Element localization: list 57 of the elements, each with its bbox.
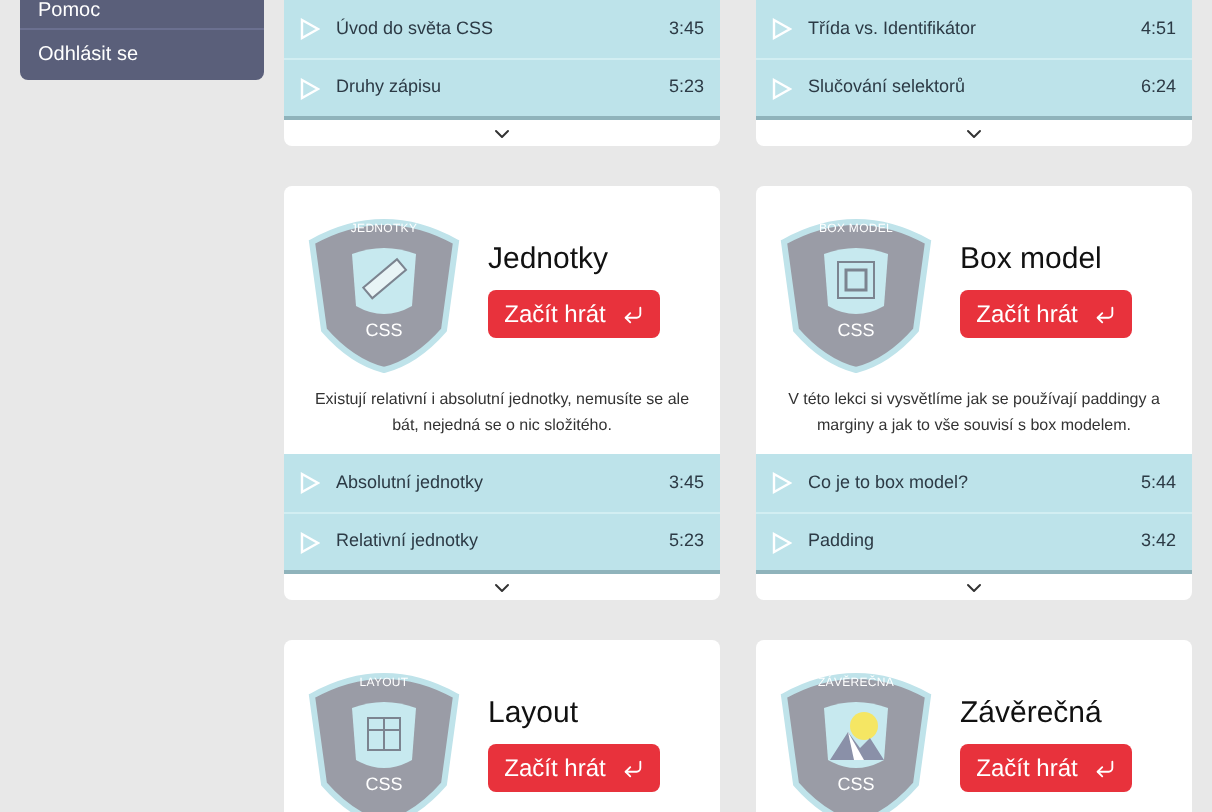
course-title: Závěrečná <box>960 695 1104 733</box>
lesson-duration: 3:45 <box>668 469 704 496</box>
lesson-row[interactable]: Druhy zápisu 5:23 <box>284 58 720 116</box>
lesson-duration: 3:45 <box>668 15 704 42</box>
lesson-duration: 4:51 <box>1140 15 1176 42</box>
lesson-row[interactable]: Co je to box model? 5:44 <box>756 454 1192 512</box>
mountain-sun-icon <box>830 712 884 760</box>
lesson-row[interactable]: Třída vs. Identifikátor 4:51 <box>756 0 1192 58</box>
lesson-duration: 3:42 <box>1140 528 1176 555</box>
play-icon <box>300 77 320 99</box>
badge-panel <box>352 702 416 768</box>
badge-footer: CSS <box>776 776 936 794</box>
lesson-title: Relativní jednotky <box>336 528 479 555</box>
lesson-row[interactable]: Absolutní jednotky 3:45 <box>284 454 720 512</box>
course-description: V této lekci si vysvětlíme jak se používají paddingy a marginy a jak to vše souvisí s box modelem. <box>786 388 1162 438</box>
badge-panel <box>824 248 888 314</box>
lesson-title: Slučování selektorů <box>808 74 966 101</box>
start-button[interactable]: Začít hrát <box>488 744 660 793</box>
enter-icon <box>1093 303 1116 326</box>
lesson-row[interactable]: Slučování selektorů 6:24 <box>756 58 1192 116</box>
course-title: Layout <box>488 695 581 733</box>
lesson-duration: 6:24 <box>1140 74 1176 101</box>
lesson-title: Absolutní jednotky <box>336 469 484 496</box>
play-icon <box>772 531 792 553</box>
lesson-title: Co je to box model? <box>808 469 969 496</box>
menu-item[interactable]: Pomoc <box>20 0 264 28</box>
play-icon <box>772 77 792 99</box>
play-icon <box>300 531 320 553</box>
badge-footer: CSS <box>776 322 936 340</box>
start-button[interactable]: Začít hrát <box>960 290 1132 339</box>
lesson-duration: 5:44 <box>1140 469 1176 496</box>
lesson-row[interactable]: Úvod do světa CSS 3:45 <box>284 0 720 58</box>
menu-item[interactable]: Odhlásit se <box>20 28 264 80</box>
box-icon <box>837 261 875 299</box>
course-title: Box model <box>960 241 1104 279</box>
enter-icon <box>621 757 644 780</box>
lesson-row[interactable]: Padding 3:42 <box>756 512 1192 570</box>
play-icon <box>300 472 320 494</box>
course-description: Existují relativní i absolutní jednotky, nemusíte se ale bát, nejedná se o nic složitého. <box>312 388 692 438</box>
lesson-title: Třída vs. Identifikátor <box>808 15 977 42</box>
lesson-title: Padding <box>808 528 875 555</box>
enter-icon <box>1093 757 1116 780</box>
layout-icon <box>367 717 401 751</box>
play-icon <box>772 18 792 40</box>
lesson-row[interactable]: Relativní jednotky 5:23 <box>284 512 720 570</box>
course-title: Jednotky <box>488 241 611 279</box>
lesson-duration: 5:23 <box>668 528 704 555</box>
lesson-title: Úvod do světa CSS <box>336 15 494 42</box>
enter-icon <box>621 303 644 326</box>
lesson-title: Druhy zápisu <box>336 74 442 101</box>
start-button[interactable]: Začít hrát <box>488 290 660 339</box>
lesson-duration: 5:23 <box>668 74 704 101</box>
badge-footer: CSS <box>304 322 464 340</box>
start-button[interactable]: Začít hrát <box>960 744 1132 793</box>
play-icon <box>300 18 320 40</box>
play-icon <box>772 472 792 494</box>
badge-footer: CSS <box>304 776 464 794</box>
